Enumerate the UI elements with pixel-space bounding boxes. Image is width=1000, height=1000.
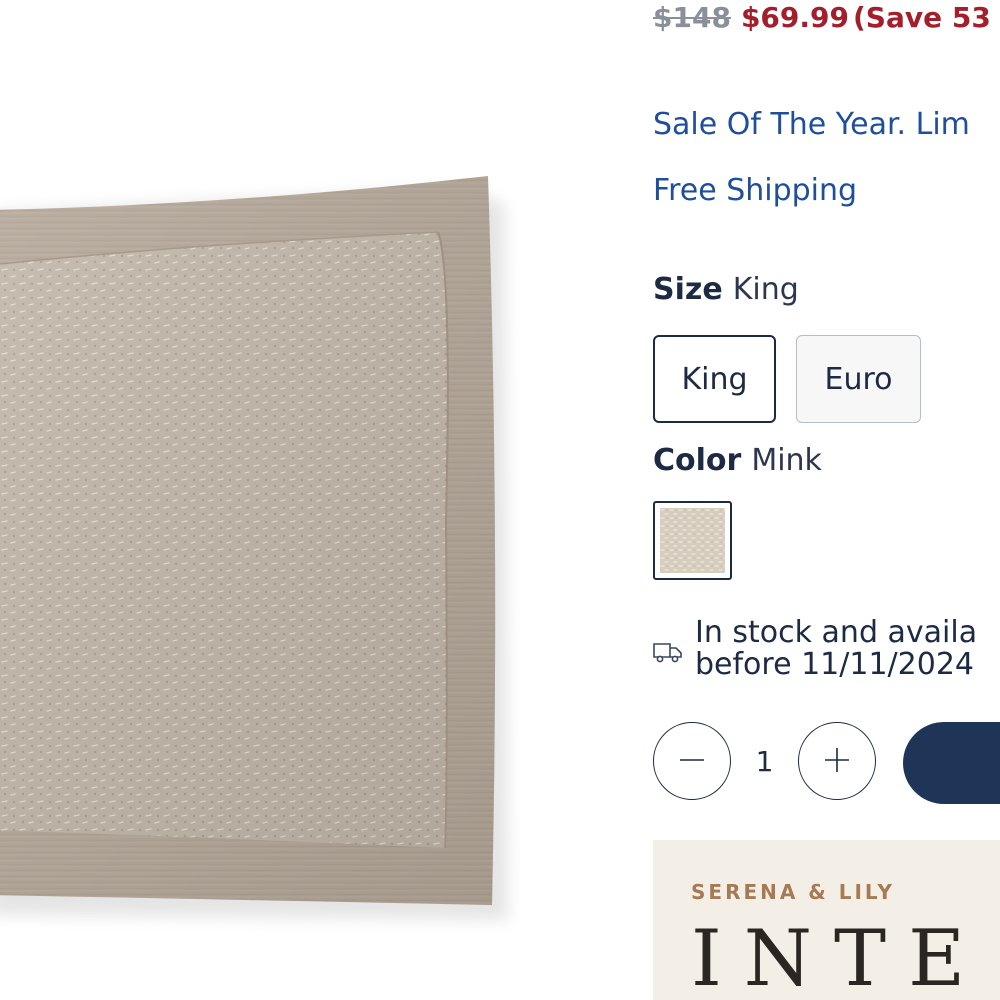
size-selected-value: King xyxy=(732,272,799,307)
size-label: Size King xyxy=(653,271,799,309)
swatch-texture xyxy=(660,508,725,573)
color-label: Color Mink xyxy=(653,442,822,480)
add-to-cart-button[interactable] xyxy=(903,722,1000,804)
free-shipping-link[interactable]: Free Shipping xyxy=(653,172,857,210)
availability-line-1: In stock and availa xyxy=(695,615,978,650)
availability-text: In stock and availa before 11/11/2024 xyxy=(695,617,977,681)
availability-info: In stock and availa before 11/11/2024 xyxy=(653,617,1000,687)
sale-promo-link[interactable]: Sale Of The Year. Lim xyxy=(653,106,970,144)
minus-icon xyxy=(678,746,706,777)
truck-icon xyxy=(653,641,683,663)
quantity-value[interactable]: 1 xyxy=(731,722,798,800)
plus-icon xyxy=(823,746,851,777)
original-price: $148 xyxy=(653,1,731,34)
size-label-title: Size xyxy=(653,272,723,307)
promo-banner[interactable]: SERENA & LILY INTE xyxy=(653,840,1000,1000)
color-swatch-mink[interactable] xyxy=(653,501,732,580)
banner-brand: SERENA & LILY xyxy=(691,880,896,904)
quantity-decrease-button[interactable] xyxy=(653,722,731,800)
banner-heading: INTE xyxy=(691,914,988,1000)
sale-price: $69.99 xyxy=(740,1,849,34)
price-row: $148 $69.99 (Save 53 xyxy=(653,0,991,36)
color-label-title: Color xyxy=(653,443,742,478)
quantity-increase-button[interactable] xyxy=(798,722,876,800)
savings-text: (Save 53 xyxy=(853,1,991,34)
product-info-panel: $148 $69.99 (Save 53 Sale Of The Year. Lim… xyxy=(653,0,1000,1000)
product-image xyxy=(0,0,560,1000)
color-selected-value: Mink xyxy=(751,443,822,478)
availability-line-2: before 11/11/2024 xyxy=(695,647,974,682)
size-option-king[interactable]: King xyxy=(653,335,776,423)
size-option-euro[interactable]: Euro xyxy=(796,335,921,423)
